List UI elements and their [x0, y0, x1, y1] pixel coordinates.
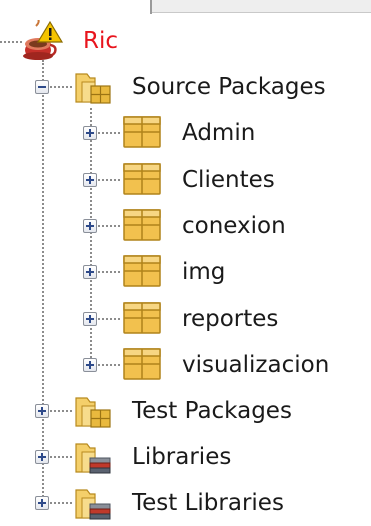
- package-icon: [123, 116, 161, 148]
- libraries-folder-icon: [75, 443, 111, 474]
- expand-toggle[interactable]: [83, 312, 97, 326]
- tree-guide-line: [98, 364, 120, 366]
- libraries-label: Libraries: [132, 444, 232, 470]
- tree-node-project[interactable]: Ric: [0, 18, 371, 64]
- tree-node-package-visualizacion[interactable]: visualizacion: [0, 342, 371, 388]
- expand-toggle[interactable]: [35, 404, 49, 418]
- collapse-toggle[interactable]: [35, 80, 49, 94]
- package-icon: [123, 255, 161, 287]
- expand-toggle[interactable]: [83, 358, 97, 372]
- test-packages-folder-icon: [75, 397, 111, 428]
- source-packages-folder-icon: [75, 73, 111, 104]
- expand-toggle[interactable]: [83, 173, 97, 187]
- package-label: reportes: [182, 306, 279, 332]
- source-packages-label: Source Packages: [132, 74, 326, 100]
- tree-guide-line: [98, 225, 120, 227]
- test-libraries-label: Test Libraries: [132, 490, 284, 516]
- package-label: Admin: [182, 120, 256, 146]
- tree-guide-line: [98, 271, 120, 273]
- package-icon: [123, 302, 161, 334]
- tree-node-test-packages[interactable]: Test Packages: [0, 388, 371, 434]
- package-icon: [123, 209, 161, 241]
- tree-node-libraries[interactable]: Libraries: [0, 434, 371, 480]
- tree-node-package-img[interactable]: img: [0, 249, 371, 295]
- tree-guide-line: [50, 456, 72, 458]
- tree-guide-line: [98, 179, 120, 181]
- expand-toggle[interactable]: [35, 496, 49, 510]
- tree-node-package-conexion[interactable]: conexion: [0, 203, 371, 249]
- tree-guide-line: [50, 410, 72, 412]
- package-label: Clientes: [182, 167, 275, 193]
- tree-node-source-packages[interactable]: Source Packages: [0, 64, 371, 110]
- package-label: conexion: [182, 213, 286, 239]
- project-label: Ric: [83, 28, 119, 54]
- tree-node-package-admin[interactable]: Admin: [0, 110, 371, 156]
- expand-toggle[interactable]: [35, 450, 49, 464]
- tree-node-test-libraries[interactable]: Test Libraries: [0, 480, 371, 526]
- tree-node-package-reportes[interactable]: reportes: [0, 296, 371, 342]
- package-label: visualizacion: [182, 352, 330, 378]
- tree-node-package-clientes[interactable]: Clientes: [0, 157, 371, 203]
- package-icon: [123, 163, 161, 195]
- package-label: img: [182, 259, 226, 285]
- expand-toggle[interactable]: [83, 219, 97, 233]
- expand-toggle[interactable]: [83, 265, 97, 279]
- test-libraries-folder-icon: [75, 489, 111, 520]
- project-tree: Ric Source Packages Admin Clientes conex…: [0, 0, 371, 520]
- java-project-icon: [23, 20, 64, 60]
- tree-guide-line: [50, 502, 72, 504]
- tree-guide-line: [50, 86, 72, 88]
- tree-guide-line: [98, 318, 120, 320]
- tree-guide-line: [98, 132, 120, 134]
- test-packages-label: Test Packages: [132, 398, 292, 424]
- expand-toggle[interactable]: [83, 126, 97, 140]
- package-icon: [123, 348, 161, 380]
